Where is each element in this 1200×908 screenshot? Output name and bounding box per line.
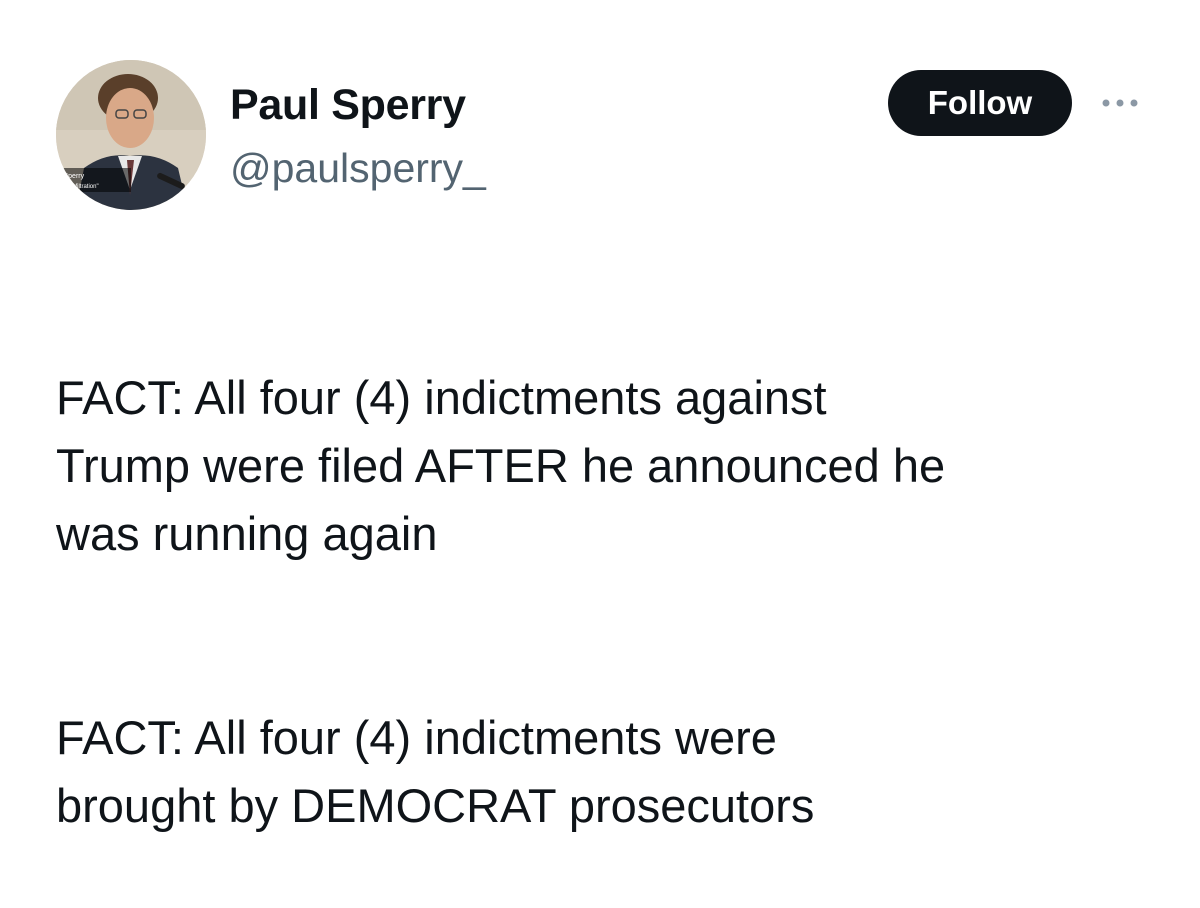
more-options-button[interactable]: [1096, 86, 1144, 120]
follow-button[interactable]: Follow: [888, 70, 1072, 136]
author-display-name[interactable]: Paul Sperry: [230, 80, 466, 130]
author-avatar[interactable]: l Sperry or, "Infiltration": [56, 60, 206, 210]
tweet-paragraph: FACT: All four (4) indictments were brou…: [56, 711, 815, 832]
tweet-paragraph: FACT: All four (4) indictments against T…: [56, 371, 946, 560]
avatar-caption-line1: l Sperry: [60, 173, 85, 180]
follow-button-label: Follow: [927, 84, 1033, 121]
avatar-caption-line2: or, "Infiltration": [60, 184, 99, 190]
avatar-photo: l Sperry or, "Infiltration": [56, 60, 206, 210]
tweet-text: FACT: All four (4) indictments against T…: [56, 296, 1166, 908]
more-options-icon: [1102, 99, 1138, 107]
tweet-card: l Sperry or, "Infiltration" Paul Sperry …: [0, 0, 1200, 832]
author-handle[interactable]: @paulsperry_: [230, 144, 486, 192]
